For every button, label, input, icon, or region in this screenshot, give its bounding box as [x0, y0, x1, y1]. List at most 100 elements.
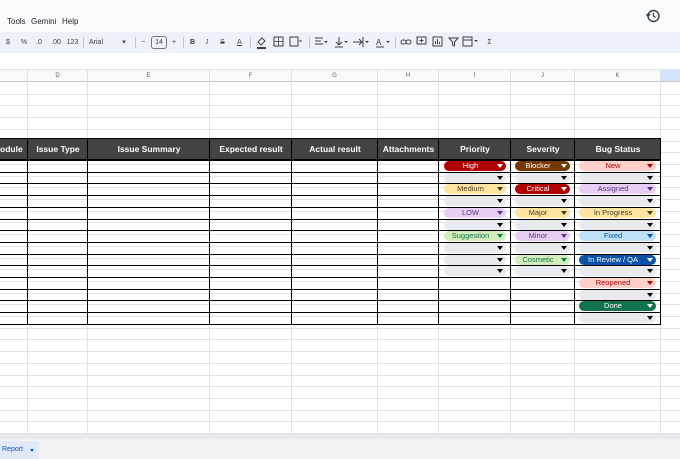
status-chip[interactable]: Assigned	[579, 184, 656, 195]
svg-text:A: A	[376, 38, 382, 47]
menu-help[interactable]: Help	[62, 17, 78, 26]
column-header-h[interactable]: H	[378, 70, 439, 82]
grid-row-line	[0, 316, 680, 317]
status-chip[interactable]: Done	[579, 301, 656, 312]
status-chip[interactable]	[579, 172, 656, 183]
sheet-tab-report[interactable]: Report	[0, 441, 39, 459]
priority-chip[interactable]	[444, 254, 506, 265]
horizontal-scrollbar[interactable]	[0, 434, 680, 439]
priority-chip[interactable]: LOW	[444, 207, 506, 218]
column-header-j[interactable]: J	[511, 70, 575, 82]
merge-cells-icon[interactable]	[289, 36, 303, 48]
column-header-e[interactable]: E	[88, 70, 210, 82]
increase-font-size-button[interactable]: +	[170, 35, 178, 50]
severity-chip-label: Critical	[526, 184, 550, 194]
status-chip[interactable]: Fixed	[579, 231, 656, 242]
text-color-button[interactable]: A	[235, 35, 244, 50]
cell-grid[interactable]	[0, 82, 680, 434]
severity-chip[interactable]	[515, 196, 570, 207]
strikethrough-button[interactable]: S	[218, 35, 227, 50]
column-header-d[interactable]: D	[28, 70, 88, 82]
vertical-align-icon[interactable]	[334, 36, 348, 48]
severity-chip[interactable]: Major	[515, 207, 570, 218]
menu-gemini[interactable]: Gemini	[31, 17, 56, 26]
priority-chip[interactable]	[444, 242, 506, 253]
status-chip[interactable]: New	[579, 161, 656, 171]
insert-link-icon[interactable]	[400, 37, 412, 47]
severity-chip[interactable]: Blocker	[515, 161, 570, 171]
dropdown-arrow-icon	[561, 269, 567, 274]
column-header-k[interactable]: K	[575, 70, 661, 82]
priority-chip[interactable]	[444, 266, 506, 277]
column-header-g[interactable]: G	[292, 70, 378, 82]
grid-row-line	[0, 222, 680, 224]
currency-format-button[interactable]: $	[4, 35, 12, 50]
severity-chip[interactable]: Cosmetic	[515, 254, 570, 265]
italic-button[interactable]: I	[203, 35, 211, 50]
column-header-c[interactable]	[0, 70, 28, 82]
severity-chip[interactable]	[515, 219, 570, 230]
severity-chip[interactable]	[515, 266, 570, 277]
severity-chip[interactable]	[515, 172, 570, 183]
status-chip[interactable]	[579, 219, 656, 230]
table-border	[0, 277, 661, 278]
menu-tools[interactable]: Tools	[7, 17, 26, 26]
column-header-l[interactable]	[661, 70, 680, 82]
fill-color-icon[interactable]	[256, 36, 267, 49]
severity-chip[interactable]: Minor	[515, 231, 570, 242]
functions-button[interactable]: Σ	[485, 35, 494, 50]
table-border	[574, 138, 575, 324]
decrease-font-size-button[interactable]: −	[139, 35, 147, 50]
status-chip[interactable]	[579, 242, 656, 253]
toolbar: $ % .0 .00 123 Arial ▾ − 14 + B I S A A …	[0, 32, 680, 53]
status-chip[interactable]: In Review / QA	[579, 254, 656, 265]
priority-chip[interactable]	[444, 172, 506, 183]
font-family-select[interactable]: Arial	[89, 35, 113, 50]
priority-chip[interactable]	[444, 219, 506, 230]
toolbar-divider	[183, 37, 184, 48]
severity-chip-label: Major	[528, 207, 548, 217]
filter-icon[interactable]	[448, 36, 459, 47]
status-chip-label: Done	[604, 301, 622, 311]
dropdown-arrow-icon	[497, 245, 503, 250]
filter-views-icon[interactable]	[462, 36, 480, 47]
priority-chip[interactable]: Suggestion	[444, 231, 506, 242]
version-history-icon[interactable]	[644, 7, 662, 25]
header-priority: Priority	[460, 144, 490, 154]
text-rotation-icon[interactable]: A	[375, 36, 391, 48]
header-actual-result: Actual result	[309, 144, 361, 154]
increase-decimal-button[interactable]: .00	[49, 35, 63, 50]
insert-comment-icon[interactable]	[416, 36, 427, 47]
text-wrapping-icon[interactable]	[352, 36, 369, 48]
priority-chip[interactable]: High	[444, 161, 506, 171]
status-chip[interactable]: In Progress	[579, 207, 656, 218]
percent-format-button[interactable]: %	[19, 35, 29, 50]
grid-row-line	[0, 210, 680, 212]
decrease-decimal-button[interactable]: .0	[33, 35, 45, 50]
dropdown-arrow-icon	[647, 222, 653, 227]
font-dropdown-icon[interactable]: ▾	[120, 35, 128, 50]
severity-chip[interactable]	[515, 242, 570, 253]
status-chip[interactable]	[579, 196, 656, 207]
priority-chip[interactable]	[444, 196, 506, 207]
bold-button[interactable]: B	[188, 35, 197, 50]
header-issue-summary: Issue Summary	[117, 144, 181, 154]
insert-chart-icon[interactable]	[432, 36, 443, 47]
grid-row-line	[0, 117, 680, 119]
font-size-input[interactable]: 14	[151, 36, 167, 49]
priority-chip[interactable]: Medium	[444, 184, 506, 195]
dropdown-arrow-icon	[497, 199, 503, 204]
dropdown-arrow-icon	[497, 257, 503, 262]
horizontal-align-icon[interactable]	[314, 36, 328, 48]
status-chip[interactable]	[579, 313, 656, 324]
column-header-f[interactable]: F	[210, 70, 292, 82]
more-formats-button[interactable]: 123	[66, 35, 79, 50]
status-chip[interactable]	[579, 266, 656, 277]
column-header-i[interactable]: I	[439, 70, 511, 82]
borders-icon[interactable]	[273, 36, 284, 48]
table-border	[0, 288, 661, 290]
severity-chip[interactable]: Critical	[515, 184, 570, 195]
status-chip[interactable]	[579, 289, 656, 300]
sheet-tab-dropdown-icon[interactable]	[30, 449, 34, 452]
status-chip[interactable]: Reopened	[579, 278, 656, 288]
